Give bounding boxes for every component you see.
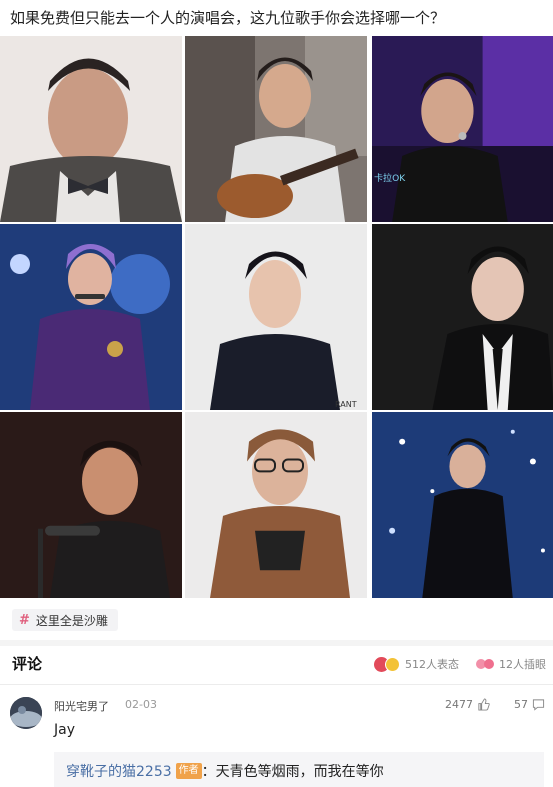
comment-date: 02-03 xyxy=(125,698,157,711)
hashtag-icon: # xyxy=(19,612,30,628)
reply-count: 57 xyxy=(514,698,528,711)
comment-bubble-icon xyxy=(532,699,545,711)
reply-username[interactable]: 穿靴子的猫2253 xyxy=(66,761,172,781)
reply-line: 穿靴子的猫2253 作者 ：天青色等烟雨，而我在等你 xyxy=(66,761,384,781)
singer-photo-3[interactable]: 卡拉OK xyxy=(372,36,553,222)
avatar[interactable] xyxy=(10,697,42,729)
singer-photo-2[interactable] xyxy=(185,36,367,222)
reply-preview[interactable]: 穿靴子的猫2253 作者 ：天青色等烟雨，而我在等你 xyxy=(54,752,544,787)
comments-header: 评论 512人表态 12人插眼 xyxy=(0,652,553,676)
singer-photo-7[interactable] xyxy=(0,412,182,598)
reactions-count: 512人表态 xyxy=(405,658,459,671)
post-title: 如果免费但只能去一个人的演唱会，这九位歌手你会选择哪一个？ xyxy=(10,9,446,27)
singer-photo-5[interactable]: RANT xyxy=(185,224,367,410)
singer-photo-1[interactable] xyxy=(0,36,182,222)
reactions-stat[interactable]: 512人表态 xyxy=(374,656,459,672)
like-count: 2477 xyxy=(445,698,473,711)
singer-photo-6[interactable] xyxy=(372,224,553,410)
reply-button[interactable]: 57 xyxy=(514,698,545,711)
like-button[interactable]: 2477 xyxy=(445,698,490,711)
laugh-reaction-icon xyxy=(385,656,400,672)
bookmarks-count: 12人插眼 xyxy=(499,658,546,671)
svg-text:RANT: RANT xyxy=(335,400,357,409)
photo-grid: 卡拉OK RANT xyxy=(0,36,553,600)
author-badge: 作者 xyxy=(175,763,202,779)
comment-username[interactable]: 阳光宅男了 xyxy=(54,698,109,714)
svg-text:卡拉OK: 卡拉OK xyxy=(374,172,406,184)
reply-text: ：天青色等烟雨，而我在等你 xyxy=(201,764,384,780)
topic-tag[interactable]: # 这里全是沙雕 xyxy=(12,609,118,631)
divider-line xyxy=(0,684,553,685)
comments-title: 评论 xyxy=(12,655,43,673)
singer-photo-4[interactable] xyxy=(0,224,182,410)
topic-tag-label: 这里全是沙雕 xyxy=(35,613,108,628)
section-divider xyxy=(0,640,553,646)
singer-photo-9[interactable] xyxy=(372,412,553,598)
singer-photo-8[interactable] xyxy=(185,412,367,598)
eye-icon xyxy=(484,659,494,669)
comment-text: Jay xyxy=(54,722,75,738)
bookmarks-stat[interactable]: 12人插眼 xyxy=(476,656,546,672)
thumbs-up-icon xyxy=(478,698,490,711)
